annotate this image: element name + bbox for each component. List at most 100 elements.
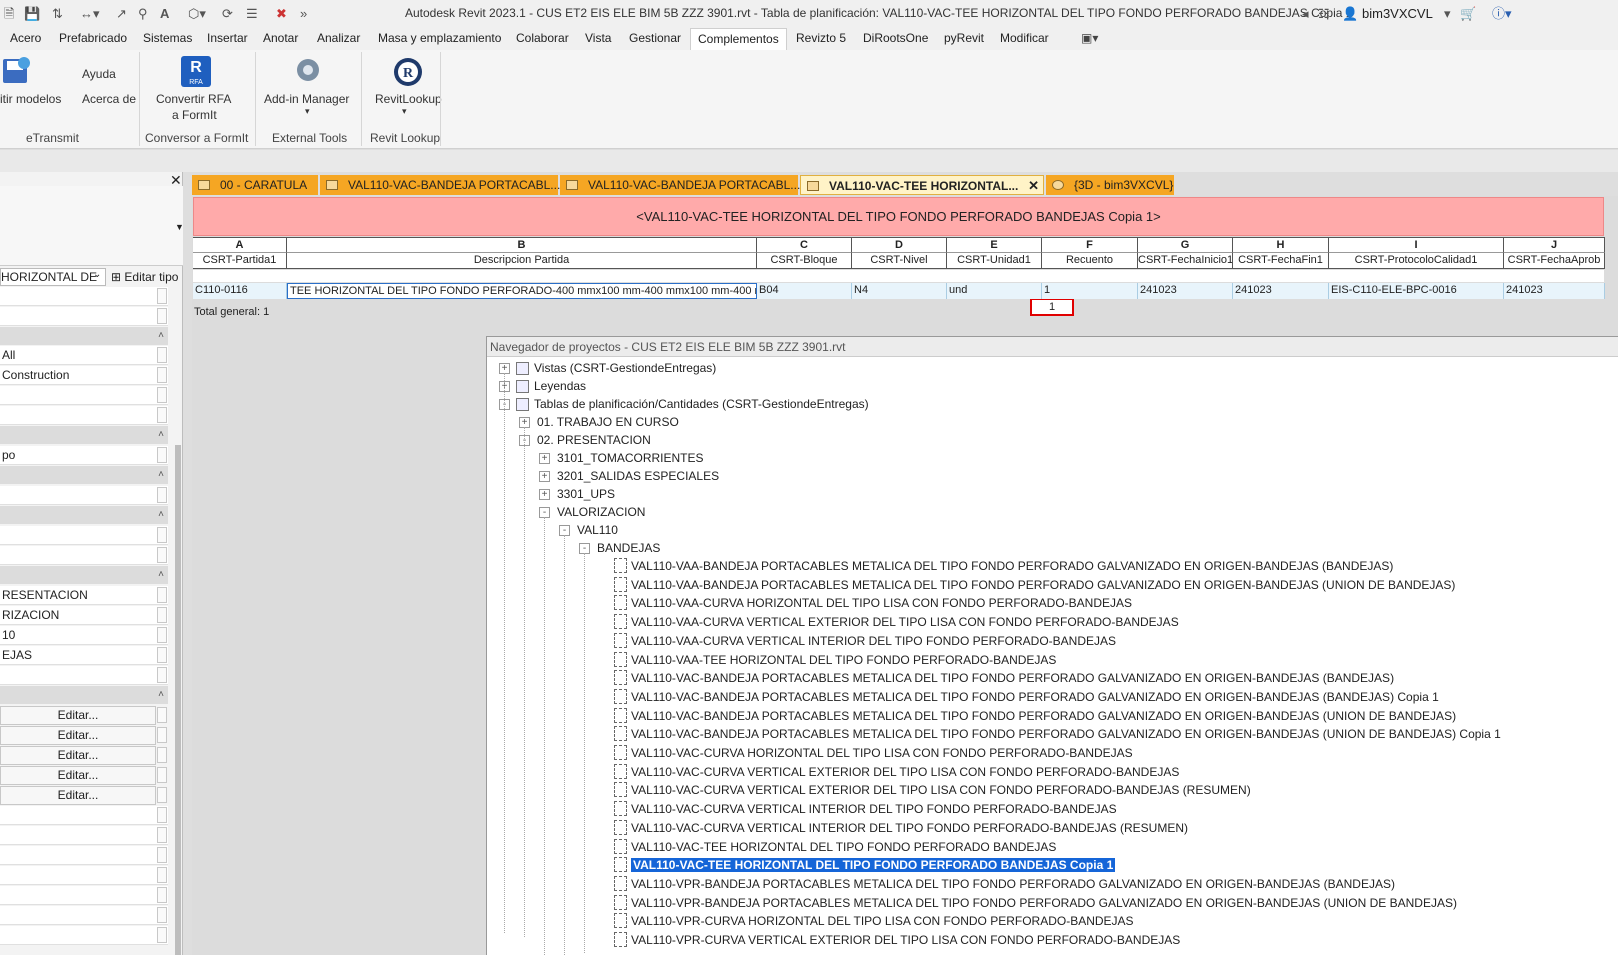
property-group-header[interactable]: ˄ [0,566,168,584]
edit-type-button[interactable]: ⊞ Editar tipo [111,270,178,284]
table-cell[interactable]: EIS-C110-ELE-BPC-0016 [1329,283,1504,299]
property-cell[interactable] [157,887,167,903]
menu-modificar[interactable]: Modificar [1000,31,1049,45]
property-row[interactable] [0,546,168,565]
tree-leaf[interactable]: VAL110-VAA-CURVA VERTICAL INTERIOR DEL T… [631,632,1116,650]
property-cell[interactable] [157,487,167,503]
property-group-header[interactable]: ˄ [0,426,168,444]
tree-leaf[interactable]: VAL110-VPR-CURVA HORIZONTAL DEL TIPO LIS… [631,912,1134,930]
tree-node[interactable]: 3101_TOMACORRIENTES [557,449,704,467]
expand-toggle-icon[interactable]: + [539,489,550,500]
property-cell[interactable] [157,527,167,543]
lookup-dropdown-icon[interactable]: ▾ [402,106,407,117]
tree-leaf[interactable]: VAL110-VAC-CURVA VERTICAL INTERIOR DEL T… [631,800,1117,818]
menu-vista[interactable]: Vista [585,31,611,45]
tree-node[interactable]: VAL110 [577,521,618,539]
table-cell[interactable]: B04 [757,283,852,299]
property-row[interactable]: RESENTACION [0,586,168,605]
edit-parameter-button[interactable]: Editar... [0,766,156,785]
tree-leaf[interactable]: VAL110-VAC-CURVA HORIZONTAL DEL TIPO LIS… [631,744,1133,762]
tree-node[interactable]: 01. TRABAJO EN CURSO [537,413,679,431]
menu-dirootsone[interactable]: DiRootsOne [863,31,928,45]
tree-leaf[interactable]: VAL110-VPR-BANDEJA PORTACABLES METALICA … [631,894,1457,912]
tree-leaf[interactable]: VAL110-VPR-BANDEJA PORTACABLES METALICA … [631,875,1395,893]
addin-manager-icon[interactable] [294,56,322,84]
revitlookup-label[interactable]: RevitLookup [375,92,442,106]
column-header[interactable]: CSRT-FechaAprob [1504,253,1605,269]
dimension-icon[interactable]: ↗ [116,5,127,23]
close-inactive-icon[interactable]: ✖ [276,5,287,23]
tree-leaf[interactable]: VAL110-VAA-BANDEJA PORTACABLES METALICA … [631,557,1393,575]
property-cell[interactable] [157,587,167,603]
menu-acero[interactable]: Acero [10,31,41,45]
panel-conversor[interactable]: Conversor a FormIt [145,131,248,145]
property-row[interactable] [0,526,168,545]
tree-leaf[interactable]: VAL110-VAC-BANDEJA PORTACABLES METALICA … [631,707,1456,725]
column-header[interactable]: Recuento [1042,253,1138,269]
addin-dropdown-icon[interactable]: ▾ [305,106,310,117]
tree-leaf[interactable]: VAL110-VAC-CURVA VERTICAL INTERIOR DEL T… [631,819,1188,837]
tree-node[interactable]: Leyendas [534,377,586,395]
convert-rfa-label2[interactable]: a FormIt [172,108,217,122]
sync-icon[interactable]: ⇅ [52,5,63,23]
table-cell[interactable]: C110-0116 [193,283,287,299]
column-letter[interactable]: J [1504,237,1605,253]
property-row[interactable]: RIZACION [0,606,168,625]
edit-parameter-button[interactable]: Editar... [0,786,156,805]
property-cell[interactable] [157,847,167,863]
column-header[interactable]: CSRT-Partida1 [193,253,287,269]
tree-node[interactable]: 3201_SALIDAS ESPECIALES [557,467,719,485]
property-row[interactable] [0,926,168,945]
tree-leaf[interactable]: VAL110-VAC-TEE HORIZONTAL DEL TIPO FONDO… [631,838,1056,856]
menu-pyrevit[interactable]: pyRevit [944,31,984,45]
close-tab-icon[interactable]: ✕ [1028,176,1039,196]
property-row[interactable] [0,486,168,505]
column-letter[interactable]: C [757,237,852,253]
measure-icon[interactable]: ↔▾ [80,5,100,23]
tree-leaf[interactable]: VAL110-VAA-CURVA HORIZONTAL DEL TIPO LIS… [631,594,1132,612]
tree-leaf[interactable]: VAL110-VAC-CURVA VERTICAL EXTERIOR DEL T… [631,781,1251,799]
property-row[interactable] [0,826,168,845]
property-row[interactable] [0,406,168,425]
open-icon[interactable]: 🗎 [4,5,14,23]
cart-icon[interactable]: 🛒 [1460,5,1476,23]
property-row[interactable]: Construction [0,366,168,385]
menu-gestionar[interactable]: Gestionar [629,31,681,45]
panel-etransmit[interactable]: eTransmit [26,131,79,145]
tree-leaf[interactable]: VAL110-VAC-BANDEJA PORTACABLES METALICA … [631,725,1501,743]
property-row[interactable] [0,906,168,925]
column-letter[interactable]: B [287,237,757,253]
property-cell[interactable] [157,907,167,923]
column-header[interactable]: CSRT-Nivel [852,253,947,269]
tree-node[interactable]: Vistas (CSRT-GestiondeEntregas) [534,359,716,377]
edit-parameter-button[interactable]: Editar... [0,746,156,765]
column-letter[interactable]: G [1138,237,1233,253]
tab-caratula[interactable]: 00 - CARATULA [192,175,318,195]
help-button[interactable]: Ayuda [82,67,116,81]
property-row[interactable] [0,846,168,865]
property-cell[interactable] [157,387,167,403]
property-row[interactable]: po [0,446,168,465]
property-cell[interactable] [157,667,167,683]
column-letter[interactable]: A [193,237,287,253]
property-group-header[interactable]: ˄ [0,506,168,524]
property-cell[interactable] [157,288,167,304]
menu-sistemas[interactable]: Sistemas [143,31,192,45]
table-cell[interactable]: N4 [852,283,947,299]
expand-toggle-icon[interactable]: + [539,471,550,482]
property-row[interactable]: 10 [0,626,168,645]
property-cell[interactable] [157,747,167,763]
search-left-icon[interactable]: ◂ [1302,5,1309,23]
property-row[interactable] [0,806,168,825]
schedule-title[interactable]: <VAL110-VAC-TEE HORIZONTAL DEL TIPO FOND… [193,197,1604,236]
menu-insertar[interactable]: Insertar [207,31,248,45]
panel-external-tools[interactable]: External Tools [272,131,347,145]
property-cell[interactable] [157,547,167,563]
table-cell[interactable]: und [947,283,1042,299]
property-cell[interactable] [157,827,167,843]
more-icon[interactable]: » [300,5,307,23]
addin-manager-label[interactable]: Add-in Manager [264,92,349,106]
type-filter-select[interactable]: HORIZONTAL DE [0,268,106,286]
tree-leaf[interactable]: VAL110-VAC-TEE HORIZONTAL DEL TIPO FONDO… [631,856,1116,874]
about-button[interactable]: Acerca de [82,92,136,106]
